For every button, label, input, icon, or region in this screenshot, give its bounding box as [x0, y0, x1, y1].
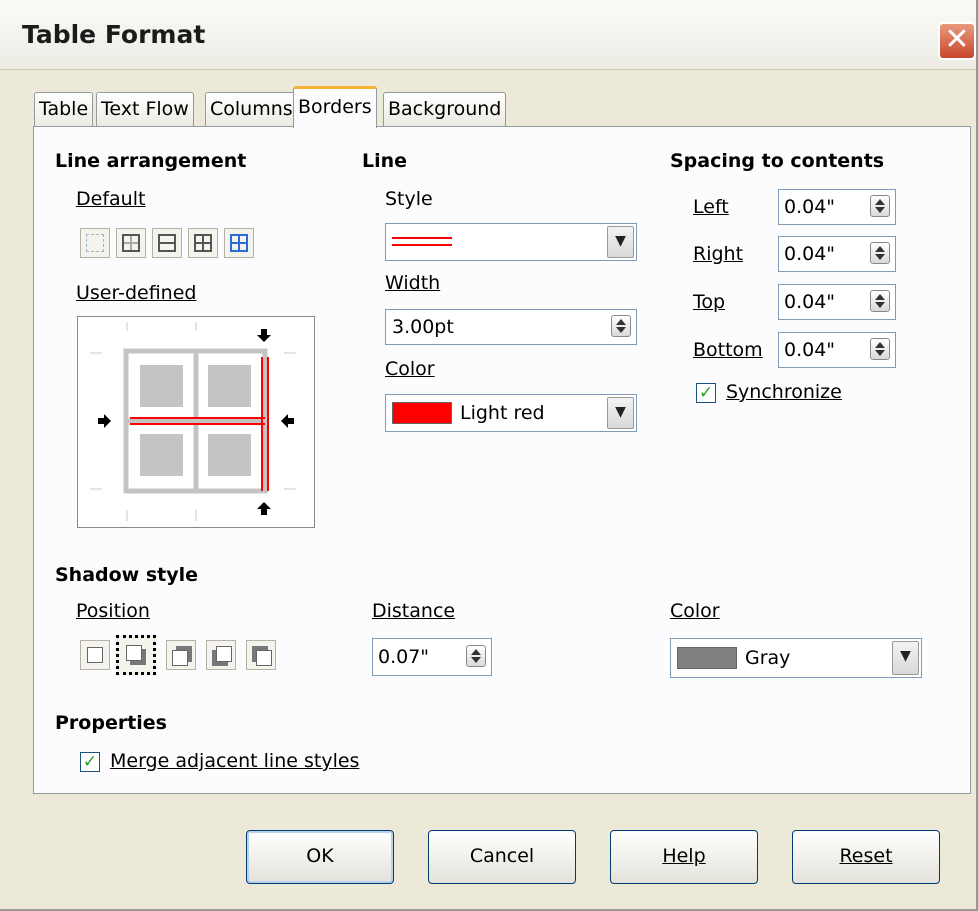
- merge-line-styles-checkbox[interactable]: ✓: [80, 752, 100, 772]
- line-arrangement-heading: Line arrangement: [55, 150, 247, 172]
- shadow-bottom-left-icon: [216, 646, 232, 662]
- light-red-swatch: [392, 402, 452, 424]
- shadow-style-heading: Shadow style: [55, 564, 199, 586]
- tab-text-flow[interactable]: Text Flow: [96, 92, 194, 127]
- preset-outer-no-inner-button[interactable]: [224, 228, 254, 258]
- shadow-distance-spinner[interactable]: 0.07": [372, 638, 492, 676]
- tab-table-label: Table: [39, 98, 89, 120]
- checkmark-icon: ✓: [698, 383, 714, 403]
- shadow-top-left-button[interactable]: [246, 640, 276, 670]
- shadow-bottom-left-button[interactable]: [206, 640, 236, 670]
- spacing-right-value: 0.04": [784, 243, 836, 265]
- tab-columns[interactable]: Columns: [205, 92, 298, 127]
- table-format-dialog: Table Format ✕ Table Text Flow Columns B…: [0, 0, 978, 911]
- line-style-preview: [392, 237, 452, 239]
- tab-background[interactable]: Background: [383, 92, 507, 127]
- outer-all-inner-icon: [194, 234, 212, 252]
- merge-line-styles-label: Merge adjacent line styles: [110, 750, 360, 772]
- shadow-top-right-button[interactable]: [166, 640, 196, 670]
- spin-arrows-icon[interactable]: [611, 315, 631, 337]
- spin-arrows-icon[interactable]: [466, 645, 486, 667]
- help-button[interactable]: Help: [610, 830, 758, 884]
- tab-columns-label: Columns: [210, 98, 293, 120]
- no-border-icon: [86, 234, 104, 252]
- shadow-position-label: Position: [76, 600, 150, 622]
- spacing-heading: Spacing to contents: [670, 150, 885, 172]
- ok-button[interactable]: OK: [246, 830, 394, 884]
- line-color-label: Color: [385, 358, 435, 380]
- chevron-down-icon[interactable]: ▼: [607, 226, 634, 258]
- shadow-color-value: Gray: [745, 647, 791, 669]
- outer-horizontal-icon: [158, 234, 176, 252]
- spin-arrows-icon[interactable]: [870, 290, 890, 312]
- line-width-spinner[interactable]: 3.00pt: [385, 309, 637, 345]
- shadow-color-label: Color: [670, 600, 720, 622]
- right-label: Right: [693, 243, 744, 265]
- title-bar[interactable]: Table Format ✕: [0, 0, 976, 70]
- preset-outer-all-inner-button[interactable]: [188, 228, 218, 258]
- line-style-preview-second: [392, 244, 452, 246]
- tab-text-flow-label: Text Flow: [101, 98, 189, 120]
- spin-arrows-icon[interactable]: [870, 338, 890, 360]
- outer-border-icon: [122, 234, 140, 252]
- reset-button[interactable]: Reset: [792, 830, 940, 884]
- shadow-color-dropdown[interactable]: Gray ▼: [670, 638, 922, 678]
- top-label: Top: [693, 291, 726, 313]
- spacing-left-spinner[interactable]: 0.04": [778, 189, 896, 225]
- close-icon: ✕: [944, 22, 970, 57]
- shadow-distance-value: 0.07": [378, 646, 430, 668]
- shadow-bottom-right-icon: [126, 645, 142, 661]
- distance-label: Distance: [372, 600, 456, 622]
- no-shadow-icon: [87, 647, 103, 663]
- default-label: Default: [76, 188, 146, 210]
- window-title: Table Format: [22, 20, 206, 49]
- spin-arrows-icon[interactable]: [870, 195, 890, 217]
- tab-background-label: Background: [388, 98, 502, 120]
- spacing-bottom-spinner[interactable]: 0.04": [778, 332, 896, 368]
- line-width-value: 3.00pt: [392, 316, 454, 338]
- spin-arrows-icon[interactable]: [870, 242, 890, 264]
- outer-no-inner-icon: [230, 234, 248, 252]
- line-heading: Line: [362, 150, 408, 172]
- synchronize-checkbox[interactable]: ✓: [696, 383, 716, 403]
- width-label: Width: [385, 272, 441, 294]
- tab-borders-label: Borders: [298, 96, 372, 118]
- user-defined-border-preview[interactable]: [77, 316, 315, 528]
- cancel-button[interactable]: Cancel: [428, 830, 576, 884]
- spacing-top-spinner[interactable]: 0.04": [778, 284, 896, 320]
- shadow-none-button[interactable]: [80, 640, 110, 670]
- synchronize-label: Synchronize: [726, 381, 842, 403]
- gray-swatch: [677, 647, 737, 669]
- properties-heading: Properties: [55, 712, 167, 734]
- chevron-down-icon[interactable]: ▼: [892, 641, 919, 675]
- spacing-left-value: 0.04": [784, 196, 836, 218]
- style-label: Style: [385, 188, 433, 210]
- preset-no-border-button[interactable]: [80, 228, 110, 258]
- preset-outer-border-button[interactable]: [116, 228, 146, 258]
- line-style-dropdown[interactable]: ▼: [385, 223, 637, 261]
- close-button[interactable]: ✕: [938, 22, 976, 60]
- tab-table[interactable]: Table: [34, 92, 94, 127]
- shadow-top-right-icon: [172, 650, 188, 666]
- line-color-dropdown[interactable]: Light red ▼: [385, 394, 637, 432]
- shadow-top-left-icon: [256, 650, 272, 666]
- border-preview-diagram: [90, 322, 296, 521]
- line-color-value: Light red: [460, 402, 545, 424]
- bottom-label: Bottom: [693, 339, 763, 361]
- shadow-bottom-right-button[interactable]: [116, 635, 156, 675]
- checkmark-icon: ✓: [82, 752, 98, 772]
- tab-borders[interactable]: Borders: [293, 86, 377, 128]
- user-defined-label: User-defined: [76, 282, 197, 304]
- spacing-bottom-value: 0.04": [784, 339, 836, 361]
- chevron-down-icon[interactable]: ▼: [607, 397, 634, 429]
- preset-outer-horizontal-button[interactable]: [152, 228, 182, 258]
- spacing-right-spinner[interactable]: 0.04": [778, 236, 896, 272]
- left-label: Left: [693, 196, 729, 218]
- spacing-top-value: 0.04": [784, 291, 836, 313]
